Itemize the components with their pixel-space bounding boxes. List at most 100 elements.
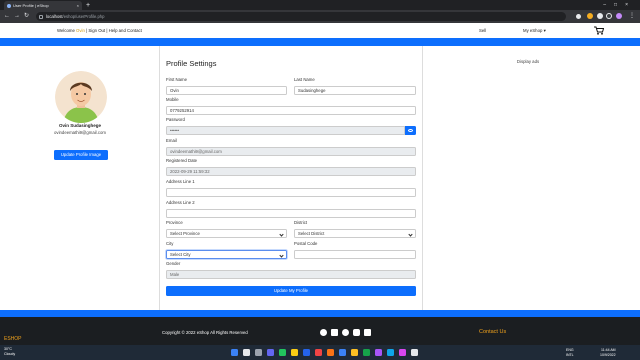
first-name-label: First Name [166,77,188,82]
contact-us-link[interactable]: Contact Us [479,329,506,335]
url-field[interactable]: localhost/eshop/userProfile.php [36,12,566,21]
city-select[interactable]: Select City [166,250,287,259]
password-label: Password [166,117,185,122]
registered-date-label: Registered Date [166,158,198,163]
site-footer: Copyright © 2022 eShop All Rights Reserv… [0,317,640,345]
update-profile-image-button[interactable]: Update Profile Image [54,150,108,160]
clock[interactable]: 11:44 AM 10/9/2022 [600,348,616,357]
twitter-icon[interactable] [331,329,338,336]
window-controls[interactable]: –□× [603,0,636,10]
postal-code-input[interactable] [294,250,416,259]
header-accent-bar [0,38,640,46]
sell-link[interactable]: Sell [479,28,486,33]
my-eshop-label: My eShop [523,28,543,33]
share-icon[interactable] [576,14,581,19]
back-icon[interactable]: ← [4,10,10,23]
display-ads-label: Display ads [516,59,540,64]
file-explorer-icon[interactable] [291,349,298,356]
update-profile-button[interactable]: Update My Profile [166,286,416,296]
favicon-icon [7,3,11,8]
weather-condition: Cloudy [4,352,16,356]
email-input: ovindeemathi9@gmail.com [166,147,416,156]
postal-code-label: Postal Code [294,241,318,246]
profile-sidebar: Ovin Sudasinghege ovindeemathi9@gmail.co… [0,46,160,310]
url-path: /eshop/userProfile.php [62,14,105,19]
os-taskbar: 30°C Cloudy ENG INTL 11:44 AM 10/9/2022 [0,345,640,360]
edge-icon[interactable] [279,349,286,356]
weather-widget[interactable]: 30°C Cloudy [4,347,15,357]
site-header: Welcome Ovin | Sign Out | Help and Conta… [0,23,640,38]
copyright-text: Copyright © 2022 eShop All Rights Reserv… [162,330,248,335]
start-icon[interactable] [231,349,238,356]
app-icon[interactable] [411,349,418,356]
registered-date-input: 2022-09-29 11:59:32 [166,167,416,176]
address-line2-input[interactable] [166,209,416,218]
lang-secondary: INTL [566,352,574,357]
city-label: City [166,241,174,246]
eye-icon [408,129,413,132]
extension-icon[interactable] [587,13,593,19]
district-select[interactable]: Select District [294,229,416,238]
app-icon[interactable] [399,349,406,356]
address-line1-input[interactable] [166,188,416,197]
info-icon [39,14,43,19]
vscode-icon[interactable] [339,349,346,356]
clock-time: 11:44 AM [601,348,616,352]
app-icon[interactable] [327,349,334,356]
clock-date: 10/9/2022 [600,352,616,357]
cart-icon[interactable] [594,26,604,35]
app-icon[interactable] [387,349,394,356]
avatar [55,71,107,123]
address-bar-row: ← → ↻ localhost/eshop/userProfile.php ⋮ [0,10,640,23]
browser-tab[interactable]: User Profile | eShop × [4,1,82,10]
welcome-user-name[interactable]: Ovin [76,28,85,33]
app-icon[interactable] [315,349,322,356]
new-tab-button[interactable]: + [86,1,90,10]
welcome-prefix: Welcome [57,28,75,33]
reload-icon[interactable]: ↻ [24,10,29,23]
sidebar-icon[interactable] [606,13,612,19]
language-indicator[interactable]: ENG INTL [566,348,574,357]
page-title: Profile Settings [166,59,217,68]
first-name-input[interactable]: Ovin [166,86,287,95]
profile-avatar-icon[interactable] [616,13,622,19]
chrome-icon[interactable] [351,349,358,356]
tab-title: User Profile | eShop [13,3,49,8]
spotify-icon[interactable] [363,349,370,356]
google-icon[interactable] [353,329,360,336]
user-avatar-icon [55,71,107,123]
last-name-input[interactable]: Sudasinghege [294,86,416,95]
app-icon[interactable] [375,349,382,356]
password-input[interactable]: •••••• [166,126,405,135]
search-icon[interactable] [243,349,250,356]
welcome-text: Welcome Ovin | Sign Out | Help and Conta… [57,28,142,33]
my-eshop-dropdown[interactable]: My eShop ▾ [523,28,546,34]
province-label: Province [166,220,183,225]
store-icon[interactable] [303,349,310,356]
linkedin-icon[interactable] [364,329,371,336]
forward-icon[interactable]: → [14,10,20,23]
browser-tab-bar: User Profile | eShop × + –□× [0,0,640,10]
gender-label: Gender [166,261,181,266]
mobile-label: Mobile [166,97,179,102]
email-label: Email [166,138,177,143]
header-links[interactable]: | Sign Out | Help and Contact [86,28,142,33]
mobile-input[interactable]: 0779252914 [166,106,416,115]
profile-settings-form: Profile Settings First Name Ovin Last Na… [160,46,422,310]
province-select[interactable]: Select Province [166,229,287,238]
footer-brand[interactable]: ESHOP [4,336,22,342]
address-line2-label: Address Line 2 [166,200,195,205]
gender-input: Male [166,270,416,279]
task-view-icon[interactable] [255,349,262,356]
lang-primary: ENG [566,348,574,352]
chat-icon[interactable] [267,349,274,356]
tab-close-icon[interactable]: × [77,1,79,10]
address-line1-label: Address Line 1 [166,179,195,184]
footer-accent-bar [0,310,640,317]
show-password-button[interactable] [405,126,416,135]
whatsapp-icon[interactable] [342,329,349,336]
profile-email: ovindeemathi9@gmail.com [54,130,106,135]
puzzle-icon[interactable] [597,13,603,19]
facebook-icon[interactable] [320,329,327,336]
menu-kebab-icon[interactable]: ⋮ [629,10,635,23]
